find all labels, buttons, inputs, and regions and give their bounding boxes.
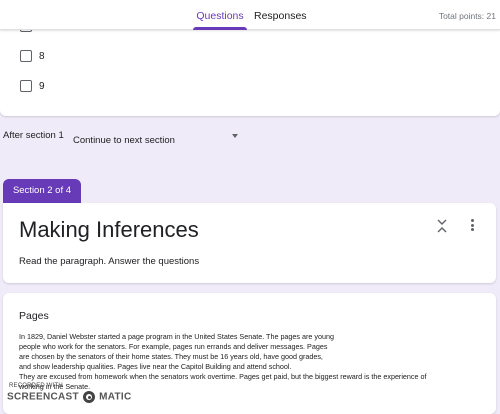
section-description[interactable]: Read the paragraph. Answer the questions	[19, 256, 199, 267]
screencast-watermark: RECORDED WITH SCREENCAST MATIC	[7, 383, 131, 409]
option-item[interactable]: 9	[20, 79, 45, 93]
dropdown-arrow-icon	[232, 134, 238, 138]
watermark-left-text: SCREENCAST	[7, 391, 79, 403]
option-label: 8	[39, 50, 45, 62]
pages-title: Pages	[19, 310, 49, 322]
tab-responses-label: Responses	[254, 10, 307, 22]
checkbox[interactable]	[20, 50, 32, 62]
paragraph-line: In 1829, Daniel Webster started a page p…	[19, 332, 334, 341]
checkbox[interactable]	[20, 80, 32, 92]
watermark-right-text: MATIC	[99, 391, 132, 403]
tab-questions-label: Questions	[196, 10, 244, 22]
watermark-main: SCREENCAST MATIC	[7, 391, 132, 403]
paragraph-line: and show leadership qualities. Pages liv…	[19, 362, 292, 371]
tab-questions[interactable]: Questions	[193, 0, 247, 30]
paragraph-line: They are excused from homework when the …	[19, 372, 427, 381]
screencast-logo-icon	[83, 391, 95, 403]
active-tab-indicator	[193, 27, 247, 30]
section-header-card[interactable]: Making Inferences Read the paragraph. An…	[3, 203, 496, 283]
after-section-label: After section 1	[3, 130, 64, 141]
option-label: 9	[39, 80, 45, 92]
paragraph-line: people who work for the senators. For ex…	[19, 342, 328, 351]
tab-responses[interactable]: Responses	[254, 0, 307, 30]
more-options-icon[interactable]	[468, 219, 476, 233]
watermark-top-text: RECORDED WITH	[9, 383, 63, 389]
after-section-selected: Continue to next section	[73, 135, 175, 146]
section-title[interactable]: Making Inferences	[19, 217, 199, 243]
section-tab: Section 2 of 4	[3, 179, 81, 203]
after-section-dropdown[interactable]: Continue to next section	[73, 130, 241, 146]
option-item[interactable]: 8	[20, 49, 45, 63]
collapse-icon[interactable]	[436, 218, 448, 234]
top-bar: Questions Responses Total points: 21	[0, 0, 500, 30]
total-points: Total points: 21	[438, 11, 496, 21]
paragraph-line: are chosen by the senators of their home…	[19, 352, 323, 361]
question-card: 8 9	[0, 24, 500, 116]
